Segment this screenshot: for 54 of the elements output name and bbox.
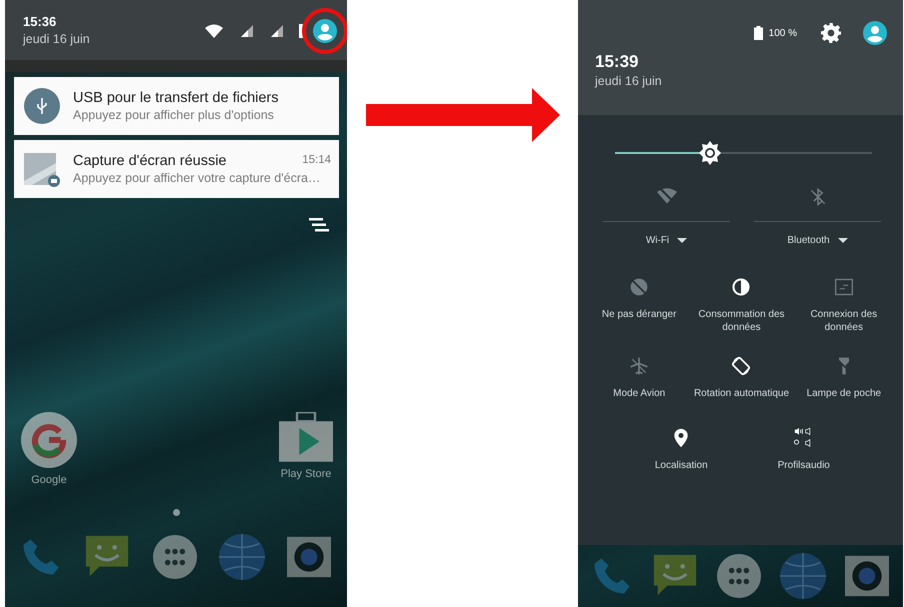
globe-icon xyxy=(780,553,826,599)
brightness-thumb-icon[interactable] xyxy=(698,141,722,165)
tile-label[interactable]: Profilsaudio xyxy=(778,459,830,472)
tile-label[interactable]: Localisation xyxy=(654,459,708,472)
google-app-icon[interactable] xyxy=(21,412,77,468)
app-drawer-icon[interactable] xyxy=(152,534,197,578)
signal-icon xyxy=(269,25,283,37)
battery-icon xyxy=(754,26,763,40)
usb-icon xyxy=(24,88,60,124)
data-usage-icon[interactable] xyxy=(731,277,752,297)
notification-time: 15:14 xyxy=(302,153,331,168)
wifi-icon xyxy=(205,24,223,38)
camera-icon xyxy=(286,534,332,578)
battery-percent: 100 % xyxy=(768,26,797,40)
notification-text: Appuyez pour afficher votre capture d'écra… xyxy=(73,170,322,186)
mobile-data-icon[interactable] xyxy=(834,277,854,297)
signal-icon xyxy=(239,25,253,37)
globe-icon xyxy=(218,534,265,580)
screenshot-thumbnail-icon xyxy=(24,151,60,187)
brightness-slider[interactable] xyxy=(615,141,872,165)
camera-icon xyxy=(844,554,890,598)
app-drawer-icon[interactable] xyxy=(717,554,762,598)
toggle-label[interactable]: Bluetooth xyxy=(787,234,848,247)
page-indicator-icon xyxy=(172,508,180,516)
date-text: jeudi 16 juin xyxy=(23,31,91,48)
toggle-label[interactable]: Wi-Fi xyxy=(646,234,688,247)
play-store-icon[interactable] xyxy=(279,412,333,462)
tile-label[interactable]: Ne pas déranger xyxy=(602,308,676,321)
notification-title: USB pour le transfert de fichiers xyxy=(73,89,279,107)
tile-label[interactable]: Lampe de poche xyxy=(806,387,882,400)
settings-icon[interactable] xyxy=(821,23,841,43)
tile-label[interactable]: Connexion des données xyxy=(794,308,894,334)
airplane-icon[interactable] xyxy=(629,356,650,376)
tile-label[interactable]: Mode Avion xyxy=(613,387,666,400)
notification-card[interactable]: Capture d'écran réussie 15:14 Appuyez pour afficher votre capture d'écra… xyxy=(14,140,339,198)
do-not-disturb-icon[interactable] xyxy=(629,277,650,297)
clock-time: 15:36 xyxy=(23,14,58,30)
app-label: Play Store xyxy=(280,467,332,482)
date-text: jeudi 16 juin xyxy=(595,73,663,90)
notification-card[interactable]: USB pour le transfert de fichiers Appuyez pour afficher plus d'options xyxy=(14,77,339,135)
account-icon[interactable] xyxy=(863,21,887,45)
app-label: Google xyxy=(31,473,67,488)
notification-text: Appuyez pour afficher plus d'options xyxy=(73,107,275,123)
account-icon[interactable] xyxy=(313,19,337,43)
tile-label[interactable]: Rotation automatique xyxy=(694,387,790,400)
clear-all-icon[interactable] xyxy=(309,218,329,232)
dropdown-caret-icon xyxy=(677,238,688,243)
rotation-icon[interactable] xyxy=(731,356,752,376)
notification-title: Capture d'écran réussie xyxy=(73,152,226,170)
highlight-circle xyxy=(302,8,347,54)
clock-time: 15:39 xyxy=(595,52,640,72)
dropdown-caret-icon xyxy=(838,238,848,243)
arrow-icon xyxy=(366,88,560,142)
tile-label[interactable]: Consommation des données xyxy=(691,308,792,334)
